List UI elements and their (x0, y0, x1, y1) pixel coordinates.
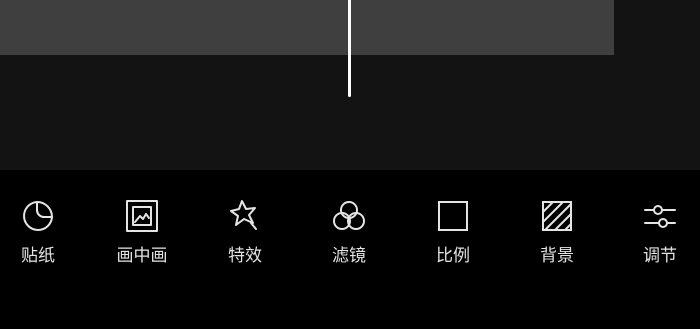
timeline-area[interactable] (0, 0, 700, 170)
filter-circles-icon (331, 198, 367, 234)
adjust-button[interactable]: 调节 (615, 198, 700, 278)
sticker-icon (20, 198, 56, 234)
effects-star-icon (227, 198, 263, 234)
playhead[interactable] (348, 0, 351, 97)
background-label: 背景 (540, 246, 574, 266)
background-hatched-icon (539, 198, 575, 234)
bottom-toolbar: 贴纸 画中画 特效 滤镜 比例 背景 调节 (0, 170, 700, 329)
sticker-button[interactable]: 贴纸 (0, 198, 83, 278)
background-button[interactable]: 背景 (512, 198, 602, 278)
aspect-ratio-square-icon (435, 198, 471, 234)
picture-in-picture-button[interactable]: 画中画 (97, 198, 187, 278)
adjust-sliders-icon (642, 198, 678, 234)
video-track-clip[interactable] (0, 0, 614, 55)
picture-in-picture-icon (124, 198, 160, 234)
effects-button[interactable]: 特效 (200, 198, 290, 278)
adjust-label: 调节 (643, 246, 677, 266)
filter-label: 滤镜 (332, 246, 366, 266)
video-editor: 贴纸 画中画 特效 滤镜 比例 背景 调节 (0, 0, 700, 329)
aspect-ratio-button[interactable]: 比例 (408, 198, 498, 278)
picture-in-picture-label: 画中画 (116, 246, 168, 266)
sticker-label: 贴纸 (21, 246, 55, 266)
filter-button[interactable]: 滤镜 (304, 198, 394, 278)
aspect-ratio-label: 比例 (436, 246, 470, 266)
effects-label: 特效 (228, 246, 262, 266)
